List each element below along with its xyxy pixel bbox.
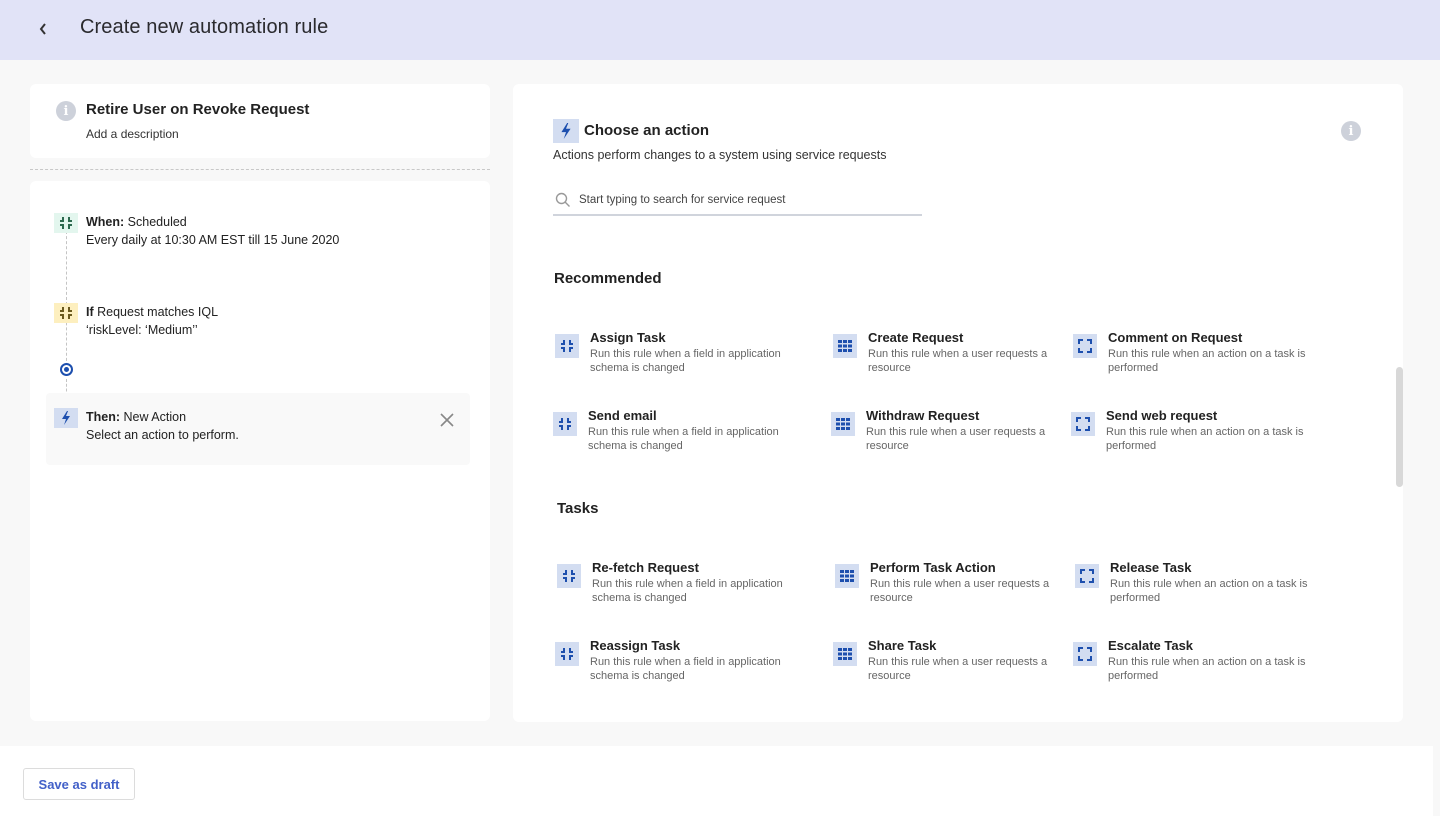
when-text: When: Scheduled Every daily at 10:30 AM …: [86, 213, 339, 249]
action-item[interactable]: Perform Task Action Run this rule when a …: [835, 560, 1075, 608]
action-name: Send email: [588, 408, 657, 423]
expand-icon: [1075, 564, 1099, 588]
action-item[interactable]: Re-fetch Request Run this rule when a fie…: [557, 560, 797, 608]
flow-connector: [66, 231, 67, 371]
rule-card: i Retire User on Revoke Request Add a de…: [30, 84, 490, 158]
action-name: Withdraw Request: [866, 408, 980, 423]
action-name: Release Task: [1110, 560, 1192, 575]
footer: [0, 746, 1433, 816]
rule-title[interactable]: Retire User on Revoke Request: [86, 101, 309, 118]
compress-icon: [555, 642, 579, 666]
compress-icon: [54, 303, 78, 323]
action-description: Run this rule when an action on a task i…: [1110, 578, 1308, 604]
action-description: Run this rule when an action on a task i…: [1108, 348, 1306, 374]
action-name: Create Request: [868, 330, 964, 345]
action-description: Run this rule when a field in applicatio…: [588, 426, 779, 452]
action-item[interactable]: Create Request Run this rule when a user …: [833, 330, 1073, 378]
expand-icon: [1073, 334, 1097, 358]
chevron-left-icon: [39, 23, 46, 35]
remove-action-button[interactable]: [438, 411, 456, 429]
then-detail: Select an action to perform.: [86, 428, 239, 442]
page-title: Create new automation rule: [80, 16, 329, 38]
if-detail: ‘riskLevel: ‘Medium’’: [86, 323, 198, 337]
grid-icon: [833, 334, 857, 358]
action-description: Run this rule when a field in applicatio…: [590, 656, 781, 682]
search-icon: [555, 192, 570, 207]
compress-icon: [555, 334, 579, 358]
action-name: Escalate Task: [1108, 638, 1194, 653]
page-header: Create new automation rule: [0, 0, 1440, 60]
action-item[interactable]: Withdraw Request Run this rule when a use…: [831, 408, 1071, 456]
when-detail: Every daily at 10:30 AM EST till 15 June…: [86, 233, 340, 247]
action-item[interactable]: Send web request Run this rule when an ac…: [1071, 408, 1311, 456]
action-item[interactable]: Send email Run this rule when a field in …: [553, 408, 793, 456]
close-icon: [440, 413, 454, 427]
action-name: Reassign Task: [590, 638, 681, 653]
action-description: Run this rule when a field in applicatio…: [592, 578, 783, 604]
if-text: If Request matches IQL ‘riskLevel: ‘Medi…: [86, 303, 218, 339]
action-name: Re-fetch Request: [592, 560, 699, 575]
when-value: Scheduled: [127, 215, 187, 229]
lightning-icon: [553, 119, 579, 143]
action-description: Run this rule when a user requests a res…: [868, 348, 1048, 374]
action-description: Run this rule when a user requests a res…: [868, 656, 1048, 682]
lightning-icon: [54, 408, 78, 428]
divider: [30, 169, 490, 170]
then-text: Then: New Action Select an action to per…: [86, 408, 239, 444]
back-button[interactable]: [34, 20, 52, 38]
expand-icon: [1073, 642, 1097, 666]
panel-title: Choose an action: [584, 122, 710, 139]
panel-subtitle: Actions perform changes to a system usin…: [553, 148, 887, 162]
expand-icon: [1071, 412, 1095, 436]
compress-icon: [557, 564, 581, 588]
action-description: Run this rule when an action on a task i…: [1106, 426, 1304, 452]
action-name: Send web request: [1106, 408, 1218, 423]
grid-icon: [835, 564, 859, 588]
search-field: [553, 188, 922, 216]
action-description: Run this rule when a field in applicatio…: [590, 348, 781, 374]
action-item[interactable]: Comment on Request Run this rule when an …: [1073, 330, 1313, 378]
action-description: Run this rule when a user requests a res…: [866, 426, 1046, 452]
compress-icon: [54, 213, 78, 233]
compress-icon: [553, 412, 577, 436]
info-icon[interactable]: i: [1341, 121, 1361, 141]
then-label: Then:: [86, 410, 121, 424]
rule-flow-panel: When: Scheduled Every daily at 10:30 AM …: [30, 181, 490, 721]
section-title: Recommended: [554, 270, 662, 287]
action-item[interactable]: Reassign Task Run this rule when a field …: [555, 638, 795, 686]
add-description-link[interactable]: Add a description: [86, 127, 179, 141]
info-icon: i: [56, 101, 76, 121]
if-label: If: [86, 305, 94, 319]
action-item[interactable]: Release Task Run this rule when an action…: [1075, 560, 1315, 608]
scrollbar[interactable]: [1396, 367, 1403, 487]
if-value: Request matches IQL: [97, 305, 219, 319]
choose-action-panel: Choose an action Actions perform changes…: [513, 84, 1403, 722]
section-title: Tasks: [557, 500, 599, 517]
action-description: Run this rule when an action on a task i…: [1108, 656, 1306, 682]
action-name: Perform Task Action: [870, 560, 996, 575]
save-as-draft-button[interactable]: Save as draft: [23, 768, 135, 800]
grid-icon: [833, 642, 857, 666]
action-name: Comment on Request: [1108, 330, 1243, 345]
action-description: Run this rule when a user requests a res…: [870, 578, 1050, 604]
action-item[interactable]: Escalate Task Run this rule when an actio…: [1073, 638, 1313, 686]
grid-icon: [831, 412, 855, 436]
add-step-node[interactable]: [60, 363, 73, 376]
then-value: New Action: [123, 410, 187, 424]
action-item[interactable]: Assign Task Run this rule when a field in…: [555, 330, 795, 378]
action-name: Share Task: [868, 638, 937, 653]
search-input[interactable]: [579, 190, 919, 210]
when-label: When:: [86, 215, 125, 229]
action-name: Assign Task: [590, 330, 666, 345]
action-item[interactable]: Share Task Run this rule when a user requ…: [833, 638, 1073, 686]
